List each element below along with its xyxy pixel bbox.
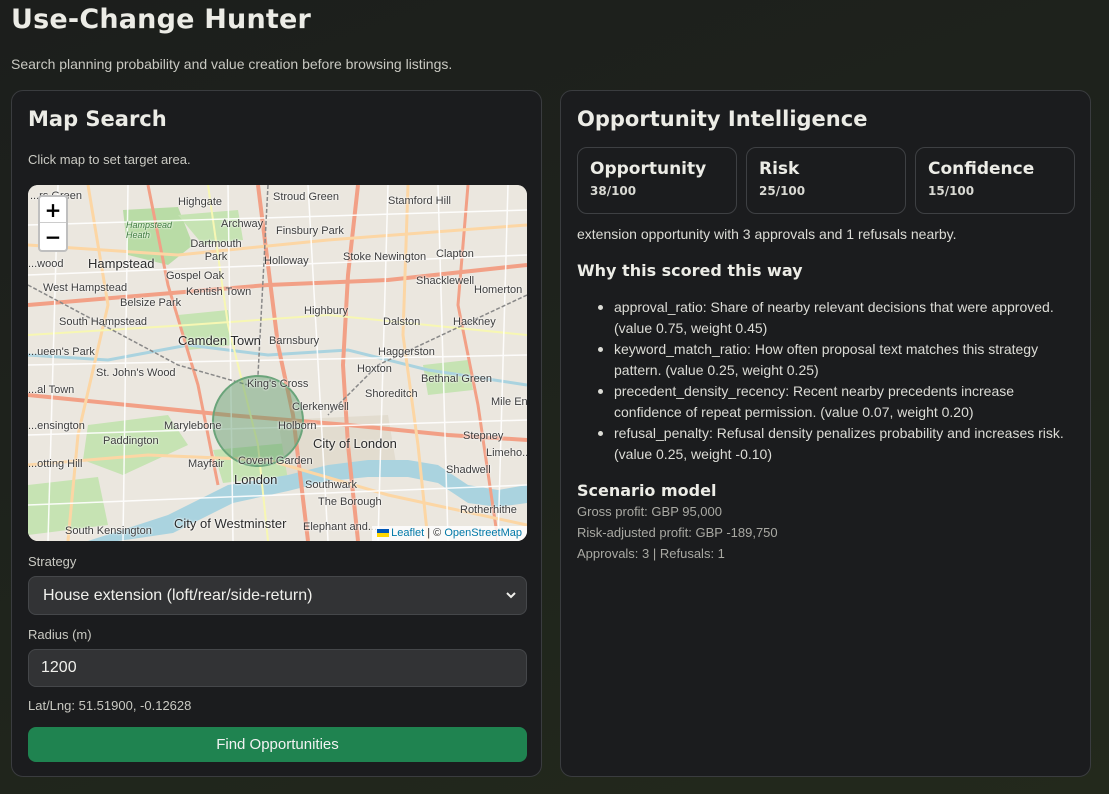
map-label-place: King's Cross (247, 378, 309, 390)
map-label-place: Stepney (463, 430, 504, 442)
map-label-place: Highgate (178, 196, 223, 208)
map-label-place: Belsize Park (120, 297, 182, 309)
strategy-select[interactable]: House extension (loft/rear/side-return) (28, 576, 527, 615)
map-label-place: ...al Town (28, 384, 75, 396)
radius-label: Radius (m) (28, 627, 92, 642)
map-label-place: Clerkenwell (292, 401, 349, 413)
intelligence-title: Opportunity Intelligence (577, 107, 868, 131)
map-label-place: Marylebone (164, 420, 222, 432)
list-item: precedent_density_recency: Recent nearby… (597, 381, 1077, 423)
map-label-place: Highbury (304, 305, 349, 317)
why-scored-title: Why this scored this way (577, 261, 803, 280)
metric-name: Risk (759, 159, 800, 179)
map-label-place: Stamford Hill (388, 195, 451, 207)
zoom-in-button[interactable]: + (40, 197, 66, 223)
map-label-place: Rotherhithe (460, 504, 517, 516)
app-title: Use-Change Hunter (11, 4, 312, 35)
map-label-place: Covent Garden (238, 455, 313, 467)
map-label-park: Hampstead Heath (126, 220, 173, 240)
map-label-place: Gospel Oak (166, 270, 225, 282)
openstreetmap-link[interactable]: OpenStreetMap (444, 527, 522, 539)
map-label-place: Camden Town (178, 333, 261, 348)
map-label-place: Dalston (383, 316, 421, 328)
list-item: approval_ratio: Share of nearby relevant… (597, 297, 1077, 339)
zoom-control: + − (38, 195, 68, 252)
map-label-place: Mile En... (491, 396, 527, 408)
map-view[interactable]: ...rs Green Highgate Stroud Green Stamfo… (28, 185, 527, 541)
map-label-place: City of Westminster (174, 516, 287, 531)
map-hint: Click map to set target area. (28, 152, 191, 167)
metric-card-confidence: Confidence 15/100 (915, 147, 1075, 214)
map-label-place: Hampstead (88, 256, 155, 271)
map-attribution: Leaflet | © OpenStreetMap (372, 526, 527, 541)
map-label-place: Stroud Green (273, 191, 340, 203)
map-label-place: Holloway (264, 255, 309, 267)
map-label-place: Shoreditch (365, 388, 418, 400)
opportunity-summary: extension opportunity with 3 approvals a… (577, 226, 957, 242)
map-label-place: Paddington (103, 435, 159, 447)
strategy-label: Strategy (28, 554, 77, 569)
map-label-place: Haggerston (378, 346, 435, 358)
metric-value: 25/100 (759, 184, 806, 198)
map-search-panel: Map Search Click map to set target area. (11, 90, 542, 777)
latlng-readout: Lat/Lng: 51.51900, -0.12628 (28, 698, 192, 713)
strategy-selected-value: House extension (loft/rear/side-return) (43, 587, 313, 604)
map-label-place: Hoxton (357, 363, 392, 375)
map-label-place: London (234, 472, 278, 487)
opportunity-intelligence-panel: Opportunity Intelligence Opportunity 38/… (560, 90, 1091, 777)
map-label-place: South Kensington (65, 525, 152, 537)
ukraine-flag-icon (377, 529, 390, 537)
scenario-title: Scenario model (577, 481, 717, 500)
map-label-place: Bethnal Green (421, 373, 492, 385)
map-label-place: Archway (221, 218, 264, 230)
find-opportunities-button[interactable]: Find Opportunities (28, 727, 527, 762)
map-search-title: Map Search (28, 107, 167, 131)
map-label-place: Shacklewell (416, 275, 475, 287)
map-label-place: Shadwell (446, 464, 491, 476)
map-label-place: West Hampstead (43, 282, 128, 294)
map-label-place: Homerton (474, 284, 523, 296)
leaflet-link[interactable]: Leaflet (391, 527, 424, 539)
risk-adjusted-profit: Risk-adjusted profit: GBP -189,750 (577, 525, 778, 540)
radius-input[interactable]: 1200 (28, 649, 527, 687)
map-label-place: Limeho... (486, 447, 527, 459)
map-label-place: Holborn (278, 420, 317, 432)
map-label-place: Barnsbury (269, 335, 320, 347)
metric-card-opportunity: Opportunity 38/100 (577, 147, 737, 214)
gross-profit: Gross profit: GBP 95,000 (577, 504, 722, 519)
map-label-place: Dartmouth Park (190, 238, 242, 263)
decision-counts: Approvals: 3 | Refusals: 1 (577, 546, 725, 561)
map-label-place: Finsbury Park (276, 225, 344, 237)
map-label-place: The Borough (318, 496, 382, 508)
map-tiles (28, 185, 527, 541)
map-label-place: St. John's Wood (96, 367, 176, 379)
metric-value: 38/100 (590, 184, 637, 198)
map-label-place: Elephant and... (303, 521, 378, 533)
metric-name: Confidence (928, 159, 1035, 179)
app-subtitle: Search planning probability and value cr… (11, 56, 453, 72)
map-label-place: Clapton (436, 248, 474, 260)
map-label-place: Kentish Town (186, 286, 252, 298)
list-item: refusal_penalty: Refusal density penaliz… (597, 423, 1077, 465)
metric-value: 15/100 (928, 184, 975, 198)
chevron-down-icon (506, 577, 516, 629)
map-label-place: ...otting Hill (28, 458, 83, 470)
map-label-place: ...ueen's Park (28, 346, 95, 358)
map-label-place: Southwark (305, 479, 357, 491)
map-label-place: Hackney (453, 316, 496, 328)
zoom-out-button[interactable]: − (40, 224, 66, 250)
map-label-place: ...wood (28, 258, 64, 270)
metric-card-risk: Risk 25/100 (746, 147, 906, 214)
list-item: keyword_match_ratio: How often proposal … (597, 339, 1077, 381)
map-label-place: ...ensington (28, 420, 85, 432)
reasons-list: approval_ratio: Share of nearby relevant… (597, 297, 1077, 465)
map-label-place: Stoke Newington (343, 251, 427, 263)
map-label-place: South Hampstead (59, 316, 148, 328)
metric-name: Opportunity (590, 159, 707, 179)
map-label-place: Mayfair (188, 458, 225, 470)
map-label-place: City of London (313, 436, 397, 451)
attribution-separator: | © (424, 527, 445, 539)
